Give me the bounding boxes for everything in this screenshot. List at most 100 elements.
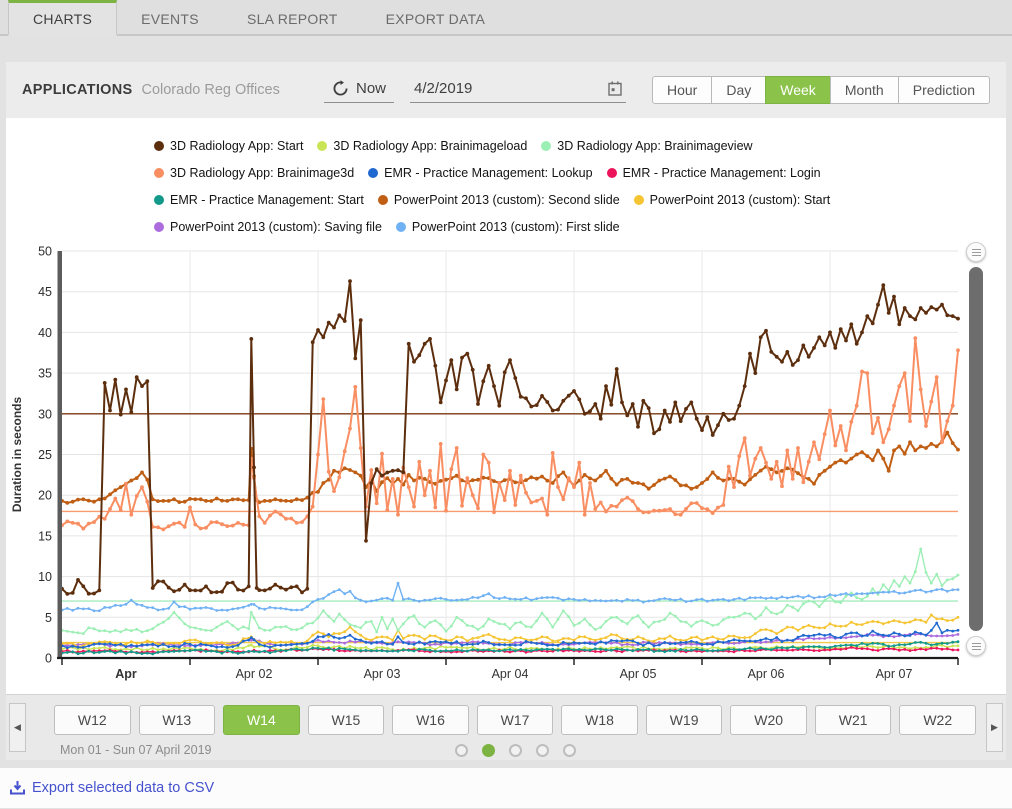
week-button-w14[interactable]: W14 (223, 705, 300, 735)
page-title: APPLICATIONS (22, 82, 132, 98)
week-page-dot-4[interactable] (536, 744, 549, 757)
svg-text:50: 50 (38, 245, 52, 259)
week-button-w13[interactable]: W13 (139, 705, 216, 735)
legend-dot (396, 222, 406, 232)
selected-week-range-label: Mon 01 - Sun 07 April 2019 (60, 743, 212, 757)
week-button-w12[interactable]: W12 (54, 705, 131, 735)
legend-item-3d-radiology-app-brainimageload[interactable]: 3D Radiology App: Brainimageload (317, 138, 527, 154)
range-button-day[interactable]: Day (711, 76, 766, 104)
refresh-icon (332, 80, 349, 97)
date-value: 4/2/2019 (414, 80, 472, 97)
duration-chart: 05101520253035404550Duration in secondsA… (6, 242, 964, 694)
legend-label: PowerPoint 2013 (custom): Saving file (170, 219, 382, 235)
tab-charts[interactable]: CHARTS (8, 0, 117, 36)
series-powerpoint-2013-custom-start (61, 614, 960, 649)
legend-item-emr-practice-management-login[interactable]: EMR - Practice Management: Login (607, 165, 821, 181)
legend-label: PowerPoint 2013 (custom): First slide (412, 219, 620, 235)
tab-sla-report[interactable]: SLA REPORT (223, 0, 362, 34)
chart-scroll-bottom-button[interactable] (966, 636, 986, 656)
series-powerpoint-2013-custom-first-slide (61, 582, 960, 612)
legend-label: 3D Radiology App: Brainimageview (557, 138, 752, 154)
chart-scrollbar-thumb[interactable] (969, 267, 983, 631)
svg-text:Apr 04: Apr 04 (492, 667, 529, 681)
week-button-w18[interactable]: W18 (561, 705, 638, 735)
legend-dot (154, 222, 164, 232)
tab-list: CHARTSEVENTSSLA REPORTEXPORT DATA (8, 0, 509, 34)
export-csv-link[interactable]: Export selected data to CSV (10, 780, 214, 796)
svg-text:25: 25 (38, 448, 52, 462)
week-button-row: W12 W13W14 W15W16 W17W18 W19W20 W21W22 (54, 705, 976, 735)
legend-label: EMR - Practice Management: Start (170, 192, 364, 208)
legend-label: 3D Radiology App: Start (170, 138, 303, 154)
legend-label: 3D Radiology App: Brainimageload (333, 138, 527, 154)
week-meta-row: Mon 01 - Sun 07 April 2019 (54, 742, 976, 758)
legend-dot (154, 168, 164, 178)
tab-events[interactable]: EVENTS (117, 0, 223, 34)
week-button-w15[interactable]: W15 (308, 705, 385, 735)
chart-area: 05101520253035404550Duration in secondsA… (6, 242, 1006, 694)
legend-dot (541, 141, 551, 151)
svg-text:30: 30 (38, 407, 52, 421)
range-button-month[interactable]: Month (830, 76, 899, 104)
x-axis-labels: AprApr 02Apr 03Apr 04Apr 05Apr 06Apr 07 (115, 667, 912, 681)
refresh-now-button[interactable]: Now (324, 78, 394, 103)
week-page-dot-5[interactable] (563, 744, 576, 757)
time-range-group: HourDayWeekMonthPrediction (652, 76, 990, 104)
week-button-w19[interactable]: W19 (646, 705, 723, 735)
svg-text:20: 20 (38, 489, 52, 503)
export-bar: Export selected data to CSV (0, 768, 1012, 808)
week-page-dot-3[interactable] (509, 744, 522, 757)
chart-scrollbar (964, 242, 990, 662)
legend-item-3d-radiology-app-brainimage3d[interactable]: 3D Radiology App: Brainimage3d (154, 165, 354, 181)
chart-toolbar: APPLICATIONS Colorado Reg Offices Now 4/… (6, 62, 1006, 118)
tab-bar: CHARTSEVENTSSLA REPORTEXPORT DATA (0, 0, 1012, 36)
week-prev-button[interactable]: ◀ (9, 703, 26, 752)
legend-label: EMR - Practice Management: Lookup (384, 165, 592, 181)
page-subtitle: Colorado Reg Offices (141, 82, 279, 98)
calendar-icon (608, 81, 622, 96)
svg-text:Apr 05: Apr 05 (620, 667, 657, 681)
svg-text:10: 10 (38, 570, 52, 584)
week-button-w20[interactable]: W20 (730, 705, 807, 735)
week-page-dot-1[interactable] (455, 744, 468, 757)
legend-item-powerpoint-2013-custom-start[interactable]: PowerPoint 2013 (custom): Start (634, 192, 831, 208)
date-picker-field[interactable]: 4/2/2019 (410, 78, 626, 103)
tab-export-data[interactable]: EXPORT DATA (362, 0, 510, 34)
now-label: Now (356, 80, 386, 97)
legend-dot (634, 195, 644, 205)
week-selector-panel: ◀ W12 W13W14 W15W16 W17W18 W19W20 W21W22 Mon … (6, 694, 1006, 760)
week-button-w21[interactable]: W21 (815, 705, 892, 735)
legend-dot (154, 141, 164, 151)
range-button-hour[interactable]: Hour (652, 76, 712, 104)
range-button-prediction[interactable]: Prediction (898, 76, 990, 104)
svg-text:Apr 03: Apr 03 (364, 667, 401, 681)
legend-item-3d-radiology-app-start[interactable]: 3D Radiology App: Start (154, 138, 303, 154)
legend-dot (607, 168, 617, 178)
legend-dot (368, 168, 378, 178)
legend-label: 3D Radiology App: Brainimage3d (170, 165, 354, 181)
svg-text:45: 45 (38, 285, 52, 299)
svg-text:35: 35 (38, 367, 52, 381)
legend-label: PowerPoint 2013 (custom): Start (650, 192, 831, 208)
week-next-button[interactable]: ▶ (986, 703, 1003, 752)
chart-scroll-top-button[interactable] (966, 242, 986, 262)
legend-item-emr-practice-management-start[interactable]: EMR - Practice Management: Start (154, 192, 364, 208)
series-powerpoint-2013-custom-second-slide (60, 431, 960, 505)
svg-text:Apr 07: Apr 07 (876, 667, 913, 681)
svg-text:5: 5 (45, 611, 52, 625)
export-label: Export selected data to CSV (32, 780, 214, 796)
legend-item-powerpoint-2013-custom-saving-file[interactable]: PowerPoint 2013 (custom): Saving file (154, 219, 382, 235)
download-icon (10, 781, 25, 795)
legend-item-powerpoint-2013-custom-first-slide[interactable]: PowerPoint 2013 (custom): First slide (396, 219, 620, 235)
main-card: APPLICATIONS Colorado Reg Offices Now 4/… (6, 62, 1006, 760)
legend-item-emr-practice-management-lookup[interactable]: EMR - Practice Management: Lookup (368, 165, 592, 181)
legend-dot (154, 195, 164, 205)
svg-text:Apr 06: Apr 06 (748, 667, 785, 681)
week-button-w16[interactable]: W16 (392, 705, 469, 735)
legend-item-powerpoint-2013-custom-second-slide[interactable]: PowerPoint 2013 (custom): Second slide (378, 192, 620, 208)
week-page-dot-2[interactable] (482, 744, 495, 757)
week-button-w17[interactable]: W17 (477, 705, 554, 735)
legend-item-3d-radiology-app-brainimageview[interactable]: 3D Radiology App: Brainimageview (541, 138, 752, 154)
week-button-w22[interactable]: W22 (899, 705, 976, 735)
range-button-week[interactable]: Week (765, 76, 831, 104)
